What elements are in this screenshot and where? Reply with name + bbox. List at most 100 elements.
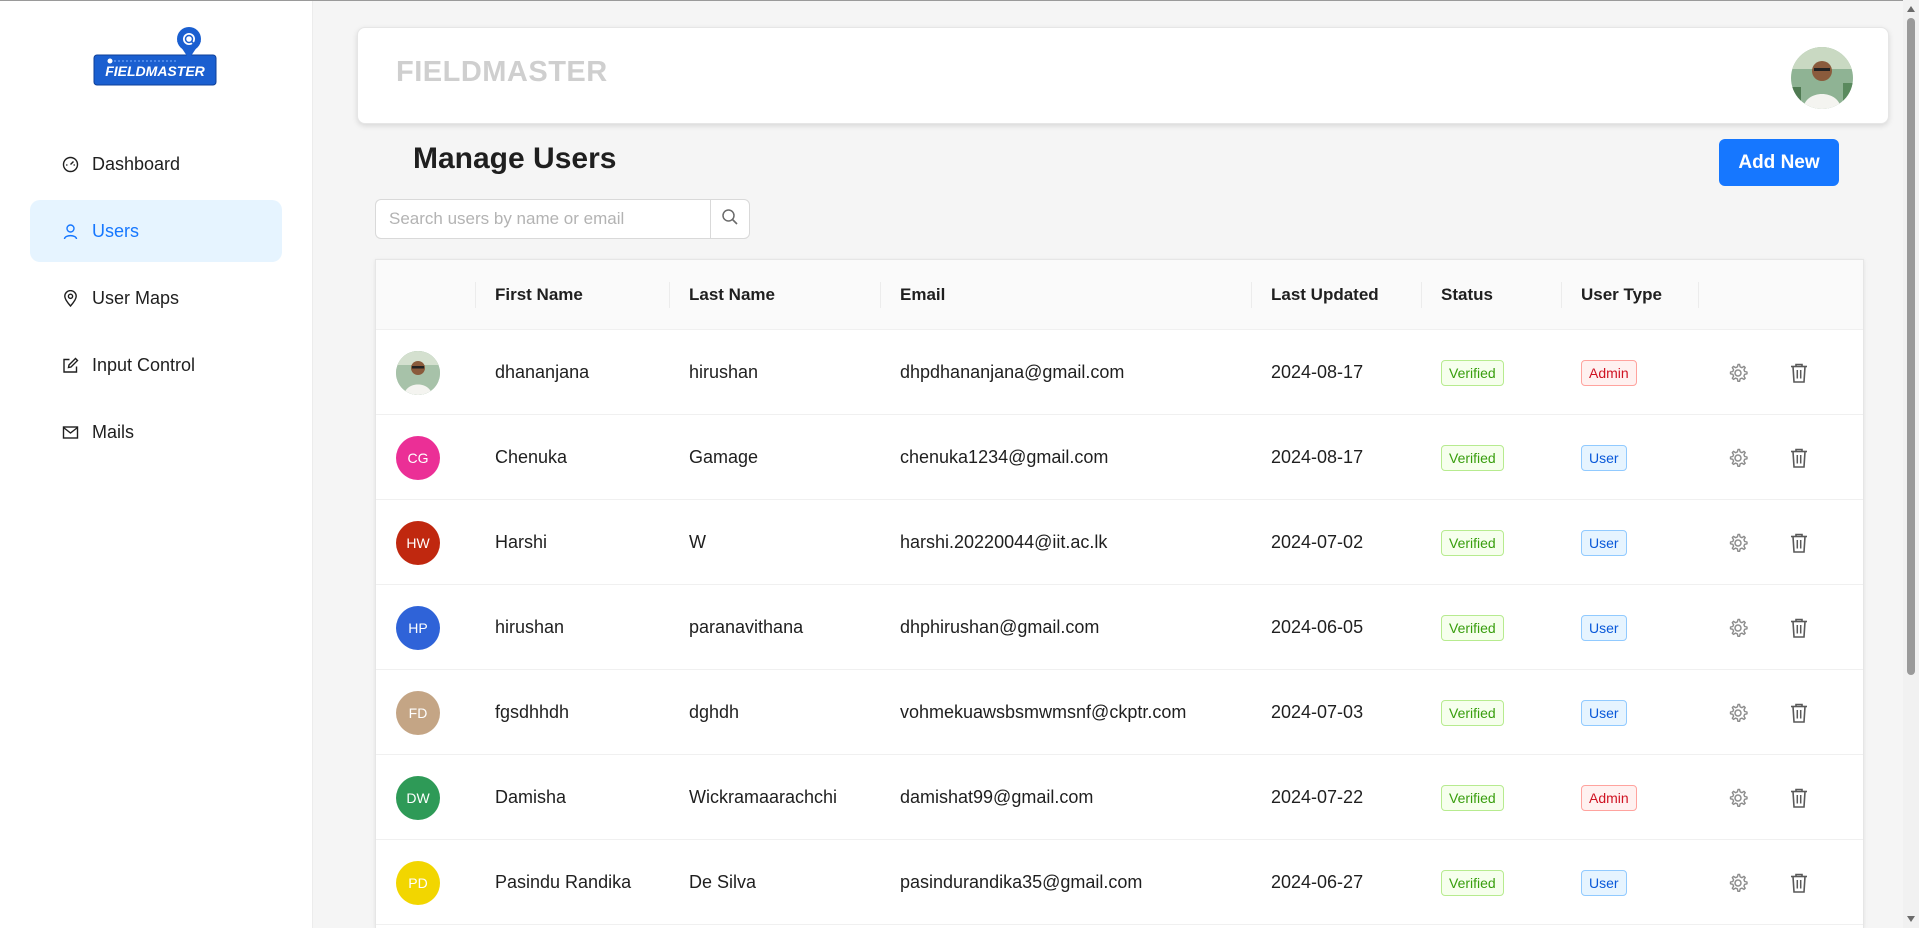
- status-cell: Verified: [1441, 330, 1504, 415]
- column-header-last-updated[interactable]: Last Updated: [1271, 260, 1379, 330]
- column-header-last-name[interactable]: Last Name: [689, 260, 775, 330]
- avatar: CG: [396, 435, 440, 480]
- map-pin-icon: [60, 288, 80, 308]
- settings-gear-icon[interactable]: [1724, 614, 1752, 642]
- add-new-button[interactable]: Add New: [1719, 139, 1839, 186]
- settings-gear-icon[interactable]: [1724, 444, 1752, 472]
- scrollbar-thumb[interactable]: [1907, 18, 1915, 675]
- settings-gear-icon[interactable]: [1724, 699, 1752, 727]
- last-name-cell: De Silva: [689, 872, 757, 892]
- avatar: DW: [396, 775, 440, 820]
- avatar-cell: HW: [396, 500, 440, 585]
- first-name-cell: fgsdhhdh: [495, 702, 570, 722]
- status-badge: Verified: [1441, 444, 1504, 471]
- users-table: First Name Last Name Email Last Updated …: [375, 259, 1864, 928]
- column-header-user-type[interactable]: User Type: [1581, 260, 1662, 330]
- last-name-cell: Gamage: [689, 447, 759, 467]
- last-updated-cell: 2024-07-22: [1271, 787, 1364, 807]
- status-cell: Verified: [1441, 500, 1504, 585]
- svg-text:FIELDMASTER: FIELDMASTER: [105, 63, 205, 79]
- table-row[interactable]: DW Damisha Wickramaarachchi damishat99@gmai…: [376, 755, 1863, 840]
- column-divider: [1421, 282, 1422, 308]
- last-updated-cell: 2024-08-17: [1271, 362, 1364, 382]
- user-type-cell: User: [1581, 415, 1627, 500]
- table-row[interactable]: CG Chenuka Gamage chenuka1234@gmail.com 2024…: [376, 415, 1863, 500]
- user-type-cell: Admin: [1581, 330, 1637, 415]
- settings-gear-icon[interactable]: [1724, 359, 1752, 387]
- column-divider: [669, 282, 670, 308]
- email-cell: harshi.20220044@iit.ac.lk: [900, 532, 1108, 552]
- status-cell: Verified: [1441, 585, 1504, 670]
- sidebar-item-user-maps[interactable]: User Maps: [30, 267, 282, 329]
- last-updated-cell: 2024-07-02: [1271, 532, 1364, 552]
- email-cell: vohmekuawsbsmwmsnf@ckptr.com: [900, 702, 1187, 722]
- first-name-cell: Damisha: [495, 787, 567, 807]
- first-name-cell: Chenuka: [495, 447, 568, 467]
- user-icon: [60, 221, 80, 241]
- avatar-initials: FD: [408, 704, 428, 721]
- settings-cell: [1724, 585, 1752, 670]
- delete-trash-icon[interactable]: [1785, 529, 1813, 557]
- search-input[interactable]: [375, 199, 711, 239]
- settings-cell: [1724, 840, 1752, 925]
- delete-trash-icon[interactable]: [1785, 614, 1813, 642]
- sidebar-item-label: Mails: [92, 421, 135, 442]
- sidebar-item-users[interactable]: Users: [30, 200, 282, 262]
- column-header-status[interactable]: Status: [1441, 260, 1493, 330]
- sidebar: FIELDMASTER Dashboard Users User Maps In…: [0, 1, 313, 928]
- last-updated-cell: 2024-08-17: [1271, 447, 1364, 467]
- status-badge: Verified: [1441, 869, 1504, 896]
- delete-cell: [1785, 415, 1813, 500]
- table-row[interactable]: dhananjana hirushan dhpdhananjana@gmail.co…: [376, 330, 1863, 415]
- page-scrollbar[interactable]: [1903, 0, 1919, 928]
- settings-gear-icon[interactable]: [1724, 784, 1752, 812]
- user-type-cell: User: [1581, 500, 1627, 585]
- table-header: First Name Last Name Email Last Updated …: [376, 260, 1863, 330]
- settings-cell: [1724, 670, 1752, 755]
- scroll-down-arrow-icon[interactable]: [1907, 916, 1915, 922]
- delete-trash-icon[interactable]: [1785, 869, 1813, 897]
- avatar-cell: FD: [396, 670, 440, 755]
- table-row[interactable]: HW Harshi Wharshi.20220044@iit.ac.lk 2024-0…: [376, 500, 1863, 585]
- avatar-initials: CG: [407, 449, 429, 466]
- table-row[interactable]: FD fgsdhhdh dghdh vohmekuawsbsmwmsnf@ckptr.…: [376, 670, 1863, 755]
- first-name-cell: dhananjana: [495, 362, 590, 382]
- status-badge: Verified: [1441, 359, 1504, 386]
- avatar-initials: HP: [408, 619, 428, 636]
- avatar-cell: DW: [396, 755, 440, 840]
- delete-cell: [1785, 670, 1813, 755]
- sidebar-item-label: User Maps: [92, 287, 180, 308]
- table-row[interactable]: HP hirushan paranavithana dhphirushan@gmail…: [376, 585, 1863, 670]
- status-cell: Verified: [1441, 415, 1504, 500]
- column-divider: [1561, 282, 1562, 308]
- user-type-badge: User: [1581, 444, 1627, 471]
- user-type-badge: User: [1581, 529, 1627, 556]
- profile-avatar[interactable]: [1791, 47, 1853, 109]
- last-name-cell: W: [689, 532, 706, 552]
- avatar-cell: HP: [396, 585, 440, 670]
- column-header-first-name[interactable]: First Name: [495, 260, 583, 330]
- delete-trash-icon[interactable]: [1785, 699, 1813, 727]
- fieldmaster-logo[interactable]: FIELDMASTER: [92, 25, 218, 91]
- table-row[interactable]: PD Pasindu Randika De Silva pasindurandika3…: [376, 840, 1863, 925]
- avatar-initials: HW: [406, 534, 430, 551]
- delete-trash-icon[interactable]: [1785, 444, 1813, 472]
- column-divider: [1251, 282, 1252, 308]
- sidebar-item-mails[interactable]: Mails: [30, 401, 282, 463]
- settings-gear-icon[interactable]: [1724, 869, 1752, 897]
- settings-cell: [1724, 415, 1752, 500]
- last-name-cell: Wickramaarachchi: [689, 787, 838, 807]
- delete-trash-icon[interactable]: [1785, 359, 1813, 387]
- scroll-up-arrow-icon[interactable]: [1907, 6, 1915, 12]
- sidebar-item-input-control[interactable]: Input Control: [30, 334, 282, 396]
- search-button[interactable]: [710, 199, 750, 239]
- delete-trash-icon[interactable]: [1785, 784, 1813, 812]
- column-header-email[interactable]: Email: [900, 260, 945, 330]
- sidebar-item-dashboard[interactable]: Dashboard: [30, 133, 282, 195]
- avatar-initials: DW: [406, 789, 430, 806]
- settings-cell: [1724, 330, 1752, 415]
- user-type-badge: User: [1581, 869, 1627, 896]
- settings-gear-icon[interactable]: [1724, 529, 1752, 557]
- avatar-cell: CG: [396, 415, 440, 500]
- avatar: [396, 350, 440, 395]
